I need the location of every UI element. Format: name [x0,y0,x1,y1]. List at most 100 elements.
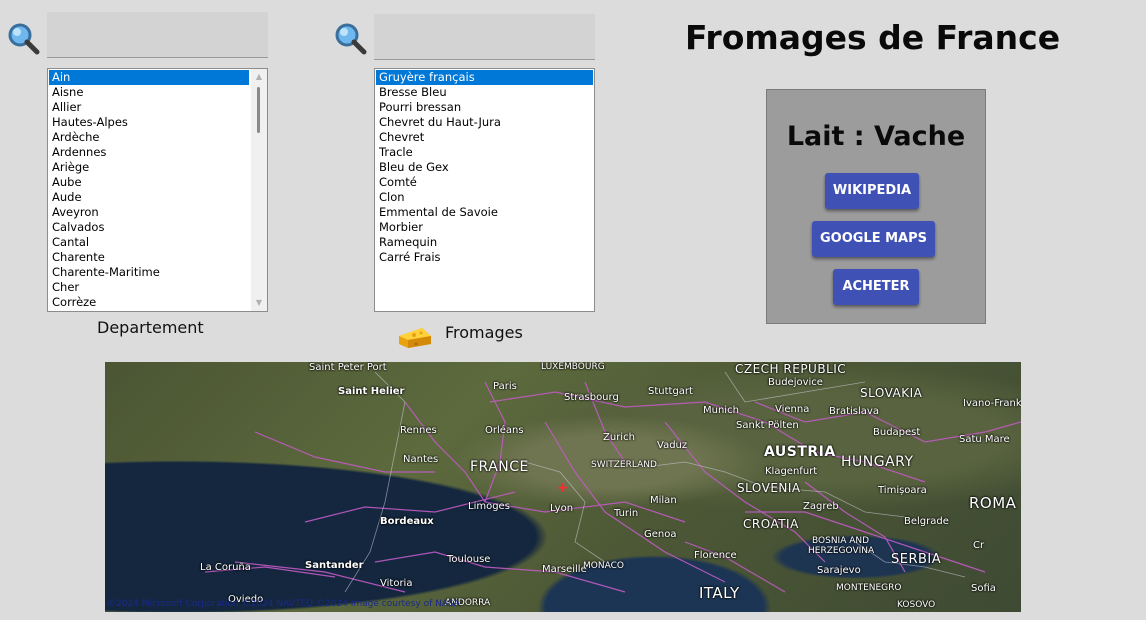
city-label: Sarajevo [817,565,861,576]
city-label: Zurich [603,432,635,443]
city-label: Budejovice [768,377,823,388]
city-label: Ivano-Franki [963,398,1021,409]
city-label: Zagreb [803,501,839,512]
city-label: Strasbourg [564,392,619,403]
country-label: SERBIA [891,552,942,567]
city-label: Paris [493,381,517,392]
city-label: Satu Mare [959,434,1010,445]
city-label: Orléans [485,425,524,436]
city-label: Bratislava [829,406,879,417]
departement-list-item[interactable]: Aisne [49,85,249,100]
google-maps-button[interactable]: GOOGLE MAPS [812,221,935,257]
city-label: Stuttgart [648,386,693,397]
country-label: KOSOVO [897,600,936,610]
departement-list-item[interactable]: Aveyron [49,205,249,220]
country-label: ROMA [969,494,1017,512]
country-label: SWITZERLAND [591,460,657,470]
city-label: Bordeaux [380,516,434,527]
country-label: FRANCE [470,459,529,475]
city-label: Saint Helier [338,386,405,397]
departement-scrollbar[interactable]: ▲ ▼ [251,69,267,311]
departement-list-item[interactable]: Ardennes [49,145,249,160]
city-label: Sankt Pölten [736,420,799,431]
map-view[interactable]: Saint Peter Port Saint Helier Paris LUXE… [105,362,1021,612]
departement-list-item[interactable]: Aude [49,190,249,205]
city-label: Genoa [644,529,677,540]
fromage-search-input[interactable] [374,14,595,60]
city-label: Klagenfurt [765,466,818,477]
acheter-button[interactable]: ACHETER [833,269,919,305]
country-label: SLOVENIA [737,481,801,495]
city-label: Belgrade [904,516,949,527]
scroll-down-icon[interactable]: ▼ [251,295,267,311]
map-credit: ©2024 Microsoft Corporation ©2024 NAVTEQ… [107,599,461,609]
city-label: Florence [694,550,737,561]
departement-list-item[interactable]: Charente-Maritime [49,265,249,280]
city-label: Timișoara [878,485,927,496]
fromage-list-item[interactable]: Gruyère français [376,70,593,85]
country-label: MONTENEGRO [836,583,902,593]
country-label: SLOVAKIA [860,386,923,400]
fromage-listbox[interactable]: Gruyère français Bresse Bleu Pourri bressa… [374,68,595,312]
milk-type-label: Lait : Vache [786,121,966,152]
fromage-list-item[interactable]: Comté [376,175,593,190]
departement-list-item[interactable]: Cantal [49,235,249,250]
city-label: Lyon [550,503,574,514]
fromage-list-item[interactable]: Chevret du Haut-Jura [376,115,593,130]
fromage-list-item[interactable]: Morbier [376,220,593,235]
departement-list-item[interactable]: Hautes-Alpes [49,115,249,130]
city-label: Santander [305,560,364,571]
country-label: CROATIA [743,517,799,531]
departement-list-item[interactable]: Ardèche [49,130,249,145]
city-label: La Coruña [200,562,251,573]
departement-list-item[interactable]: Allier [49,100,249,115]
search-icon[interactable] [6,21,40,59]
city-label: Munich [703,405,739,416]
cheese-icon [396,322,434,354]
city-label: Toulouse [447,554,491,565]
fromage-list-item[interactable]: Bleu de Gex [376,160,593,175]
fromages-caption: Fromages [445,323,523,342]
wikipedia-button[interactable]: WIKIPEDIA [825,173,919,209]
scrollbar-thumb[interactable] [257,87,260,133]
fromage-list-item[interactable]: Carré Frais [376,250,593,265]
fromage-list-item[interactable]: Clon [376,190,593,205]
departement-list-item[interactable]: Charente [49,250,249,265]
location-marker-icon: + [557,480,569,496]
city-label: Limoges [468,501,510,512]
country-label: AUSTRIA [764,444,836,460]
departement-list-item[interactable]: Corrèze [49,295,249,310]
fromage-list-item[interactable]: Ramequin [376,235,593,250]
departement-list-item[interactable]: Cher [49,280,249,295]
country-label: ITALY [699,584,740,602]
city-label: Vitoria [380,578,413,589]
country-label: HERZEGOVINA [808,546,875,556]
departement-listbox[interactable]: Ain Aisne Allier Hautes-Alpes Ardèche Ardenne… [47,68,268,312]
departement-list-item[interactable]: Ariège [49,160,249,175]
country-label: BOSNIA AND [812,536,870,546]
fromage-list-item[interactable]: Bresse Bleu [376,85,593,100]
country-label: HUNGARY [841,454,914,470]
scroll-up-icon[interactable]: ▲ [251,69,267,85]
country-label: LUXEMBOURG [541,362,605,372]
search-icon[interactable] [333,21,367,59]
departement-list-item[interactable]: Aube [49,175,249,190]
city-label: Vaduz [657,440,688,451]
departement-list-item[interactable]: Ain [49,70,249,85]
city-label: Nantes [403,454,439,465]
departement-search-input[interactable] [47,12,268,58]
fromage-list-item[interactable]: Pourri bressan [376,100,593,115]
cheese-info-panel: Lait : Vache WIKIPEDIA GOOGLE MAPS ACHET… [766,89,986,324]
city-label: Cr [973,540,985,551]
country-label: MONACO [583,561,624,571]
city-label: Rennes [400,425,437,436]
city-label: Sofia [971,583,996,594]
fromage-list-item[interactable]: Tracle [376,145,593,160]
departement-list-item[interactable]: Calvados [49,220,249,235]
city-label: Budapest [873,427,921,438]
fromage-list-item[interactable]: Chevret [376,130,593,145]
page-title: Fromages de France [685,18,1061,57]
city-label: Marseille [542,564,587,575]
departement-caption: Departement [97,318,204,337]
fromage-list-item[interactable]: Emmental de Savoie [376,205,593,220]
